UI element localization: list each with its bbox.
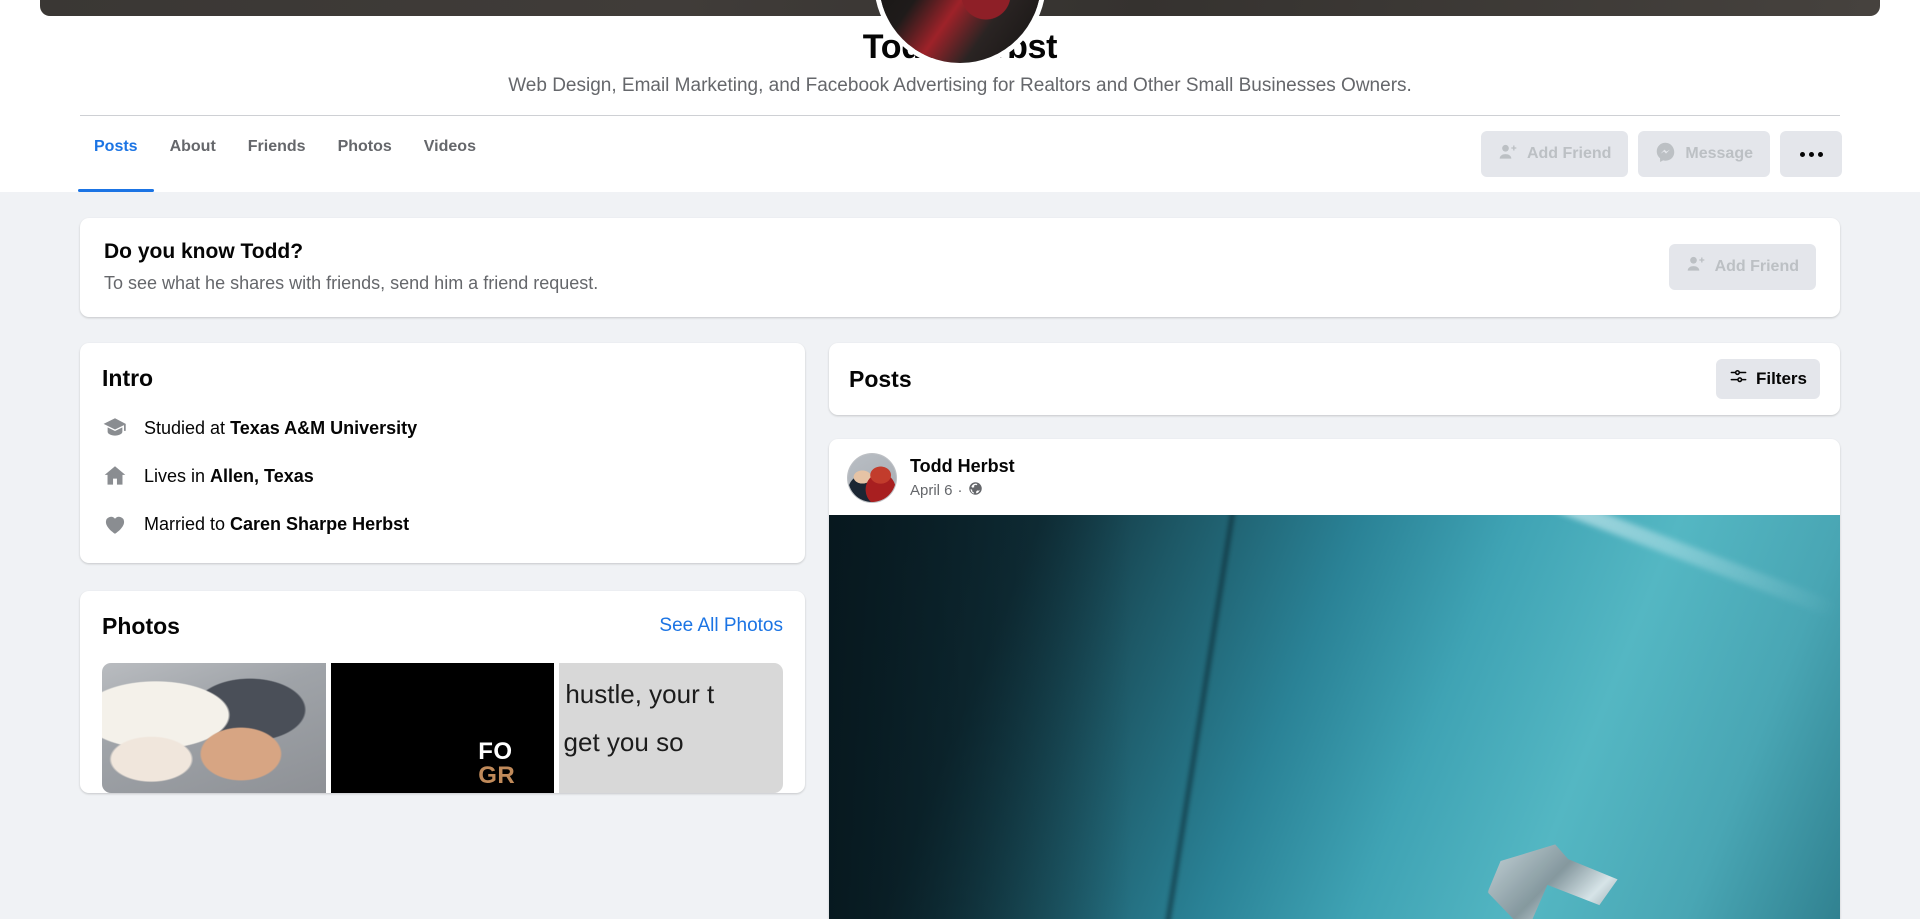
post-image[interactable] [829,515,1840,919]
intro-item-location: Lives in Allen, Texas [102,463,783,489]
photo-quote-line1: hustle, your t [565,679,715,709]
left-column: Intro Studied at Texas A&M University Li… [80,343,805,793]
tab-videos[interactable]: Videos [408,116,492,192]
post-author-avatar[interactable] [847,453,897,503]
sliders-icon [1729,367,1748,391]
post-image-emblem [1487,844,1618,919]
intro-education-prefix: Studied at [144,418,231,438]
tab-friends[interactable]: Friends [232,116,322,192]
intro-card: Intro Studied at Texas A&M University Li… [80,343,805,563]
intro-item-relationship: Married to Caren Sharpe Herbst [102,511,783,537]
filters-label: Filters [1755,369,1807,388]
photo-quote-line2: y get you so [559,727,684,757]
photos-header: Photos See All Photos [102,611,783,641]
intro-item-education: Studied at Texas A&M University [102,415,783,441]
see-all-photos-link[interactable]: See All Photos [659,613,783,639]
photo-thumbnail-black-text[interactable]: FO GR [330,663,555,793]
post-image-shadow [829,515,1133,919]
profile-actions: Add Friend Message [1480,116,1842,177]
intro-item-education-text: Studied at Texas A&M University [144,416,417,440]
graduation-cap-icon [102,415,128,441]
ellipsis-icon [1799,151,1823,157]
more-options-button[interactable] [1780,131,1842,177]
post-author-avatar-image [848,454,896,502]
home-icon [102,463,128,489]
post-date[interactable]: April 6 [910,481,953,501]
post-meta: April 6 · [910,481,1015,502]
message-label: Message [1685,145,1753,162]
photo-black-text-bottom: GR [478,761,516,789]
profile-nav: Posts About Friends Photos Videos Add Fr… [0,116,1920,192]
cover-strip [0,0,1920,68]
do-you-know-card: Do you know Todd? To see what he shares … [80,218,1840,317]
posts-header-card: Posts Filters [829,343,1840,415]
intro-item-location-text: Lives in Allen, Texas [144,464,314,488]
tab-photos[interactable]: Photos [322,116,408,192]
post-author-name[interactable]: Todd Herbst [910,455,1015,478]
two-column-layout: Intro Studied at Texas A&M University Li… [80,343,1840,919]
heart-icon [102,511,128,537]
add-friend-button[interactable]: Add Friend [1480,131,1629,177]
page-body: Do you know Todd? To see what he shares … [0,192,1920,919]
post-header: Todd Herbst April 6 · [829,439,1840,515]
intro-item-relationship-text: Married to Caren Sharpe Herbst [144,512,409,536]
add-friend-label: Add Friend [1526,145,1612,162]
filters-button[interactable]: Filters [1715,359,1820,399]
post-header-text: Todd Herbst April 6 · [910,455,1015,502]
intro-relationship-prefix: Married to [144,514,231,534]
tab-posts[interactable]: Posts [78,116,154,192]
post-meta-separator: · [957,482,963,499]
photo-thumbnail-couple-snow[interactable] [102,663,326,793]
posts-title: Posts [849,366,912,392]
photos-card: Photos See All Photos FO GR hustle, your… [80,591,805,793]
do-you-know-text: Do you know Todd? To see what he shares … [104,238,598,295]
tab-about[interactable]: About [154,116,232,192]
do-you-know-subtitle: To see what he shares with friends, send… [104,273,599,293]
intro-education-value[interactable]: Texas A&M University [230,418,417,438]
photos-title: Photos [102,613,180,639]
profile-tabs: Posts About Friends Photos Videos [78,116,492,192]
add-friend-icon [1686,254,1706,279]
profile-tagline: Web Design, Email Marketing, and Faceboo… [508,75,1412,96]
globe-icon[interactable] [968,481,983,502]
post-card: Todd Herbst April 6 · [829,439,1840,919]
do-you-know-add-friend-button[interactable]: Add Friend [1668,243,1816,290]
intro-location-value[interactable]: Allen, Texas [210,466,314,486]
post-image-highlight [1153,515,1839,618]
do-you-know-add-friend-label: Add Friend [1714,257,1799,275]
post-image-panel-edge [1152,515,1239,919]
intro-location-prefix: Lives in [144,466,211,486]
add-friend-icon [1498,142,1518,167]
intro-title: Intro [102,365,154,391]
photo-thumbnail-quote[interactable]: hustle, your t y get you so [559,663,783,793]
do-you-know-title: Do you know Todd? [104,240,304,263]
intro-relationship-value[interactable]: Caren Sharpe Herbst [230,514,409,534]
messenger-icon [1655,141,1676,167]
photos-grid: FO GR hustle, your t y get you so [102,663,783,793]
content-container: Do you know Todd? To see what he shares … [80,218,1840,919]
profile-header: Todd Herbst Web Design, Email Marketing,… [0,0,1920,192]
message-button[interactable]: Message [1638,131,1770,177]
right-column: Posts Filters Todd Herbst April 6 · [829,343,1840,919]
